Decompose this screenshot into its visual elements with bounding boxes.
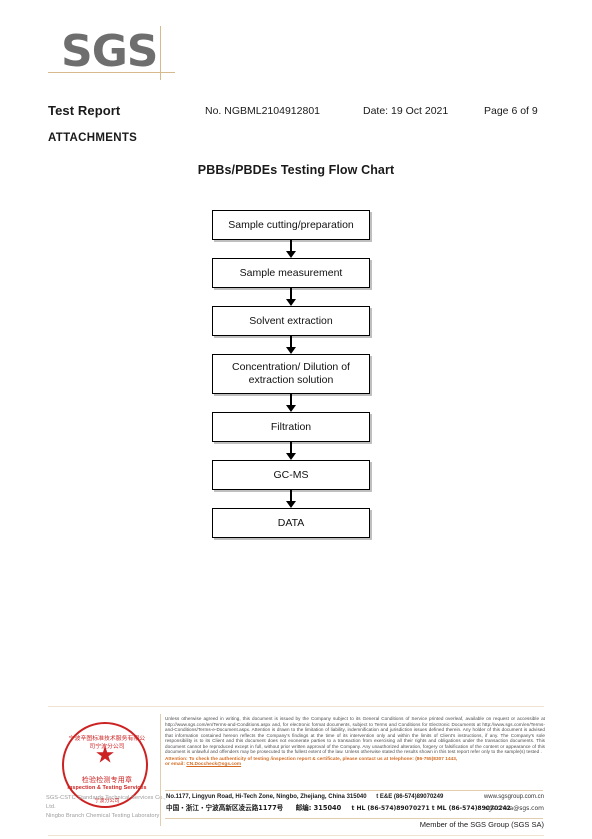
attachments-label: ATTACHMENTS <box>48 132 138 144</box>
flow-arrow <box>212 442 370 460</box>
address-chinese-zip: 邮编: 315040 <box>295 804 342 812</box>
logo-horizontal-rule <box>48 72 175 73</box>
seal-english-text: Inspection & Testing Services <box>67 785 147 791</box>
address-chinese: 中国・浙江・宁波高新区凌云路1177号 <box>166 804 284 812</box>
watermark-line-1: SGS-CSTC Standards Technical Services Co… <box>46 795 166 810</box>
flow-node-sample-cutting: Sample cutting/preparation <box>212 210 370 240</box>
flow-node-gc-ms: GC-MS <box>212 460 370 490</box>
company-seal-area: 宁波辛图标准技术服务有限公司宁波分公司 ★ 检验检测专用章 Inspection… <box>46 716 166 826</box>
flow-chart: Sample cutting/preparation Sample measur… <box>212 210 372 538</box>
laboratory-watermark: SGS-CSTC Standards Technical Services Co… <box>46 794 174 821</box>
page-footer: 宁波辛图标准技术服务有限公司宁波分公司 ★ 检验检测专用章 Inspection… <box>0 706 592 839</box>
flow-arrow <box>212 490 370 508</box>
flow-arrow <box>212 240 370 258</box>
flow-chart-title: PBBs/PBDEs Testing Flow Chart <box>197 163 395 177</box>
address-rule-bottom <box>165 818 543 819</box>
flow-node-filtration: Filtration <box>212 412 370 442</box>
footer-top-rule <box>48 706 544 707</box>
address-chinese-row: 中国・浙江・宁波高新区凌云路1177号 邮编: 315040 t HL (86-… <box>166 803 546 814</box>
attention-phone: (86-755)8307 1443, <box>415 755 458 761</box>
flow-node-sample-measurement: Sample measurement <box>212 258 370 288</box>
flow-node-solvent-extraction: Solvent extraction <box>212 306 370 336</box>
footer-legal-text: Unless otherwise agreed in writing, this… <box>165 716 545 767</box>
company-email[interactable]: sgs.china@sgs.com <box>485 803 544 814</box>
company-website[interactable]: www.sgsgroup.com.cn <box>484 792 544 802</box>
logo-block: SGS <box>0 0 592 92</box>
attention-notice: Attention: To check the authenticity of … <box>165 756 545 767</box>
flow-node-data: DATA <box>212 508 370 538</box>
attention-prefix: Attention: To check the authenticity of … <box>165 755 414 761</box>
seal-chinese-text: 检验检测专用章 <box>81 776 133 784</box>
flow-node-concentration-dilution: Concentration/ Dilution of extraction so… <box>212 354 370 394</box>
address-english: No.1177, Lingyun Road, Hi-Tech Zone, Nin… <box>166 794 367 800</box>
logo-vertical-rule <box>160 26 161 80</box>
terms-paragraph: Unless otherwise agreed in writing, this… <box>165 716 545 754</box>
flow-arrow <box>212 394 370 412</box>
star-icon: ★ <box>94 741 116 768</box>
flow-arrow <box>212 288 370 306</box>
flow-arrow <box>212 336 370 354</box>
address-rule-top <box>165 790 543 791</box>
doccheck-email-link[interactable]: CN.Doccheck@sgs.com <box>186 761 241 766</box>
footer-bottom-rule <box>48 835 544 836</box>
footer-vertical-divider <box>160 714 161 826</box>
report-header: Test Report No. NGBML2104912801 Date: 19… <box>0 103 592 123</box>
report-date: Date: 19 Oct 2021 <box>363 105 449 117</box>
attention-email-prefix: or email: <box>165 761 185 767</box>
report-number: No. NGBML2104912801 <box>205 105 320 117</box>
member-of-group-line: Member of the SGS Group (SGS SA) <box>419 820 544 829</box>
page-number: Page 6 of 9 <box>484 105 538 117</box>
page-title: Test Report <box>48 103 121 118</box>
address-english-contact: t E&E (86-574)89070249 <box>376 794 444 800</box>
address-english-row: No.1177, Lingyun Road, Hi-Tech Zone, Nin… <box>166 792 546 802</box>
sgs-logo: SGS <box>61 26 158 77</box>
